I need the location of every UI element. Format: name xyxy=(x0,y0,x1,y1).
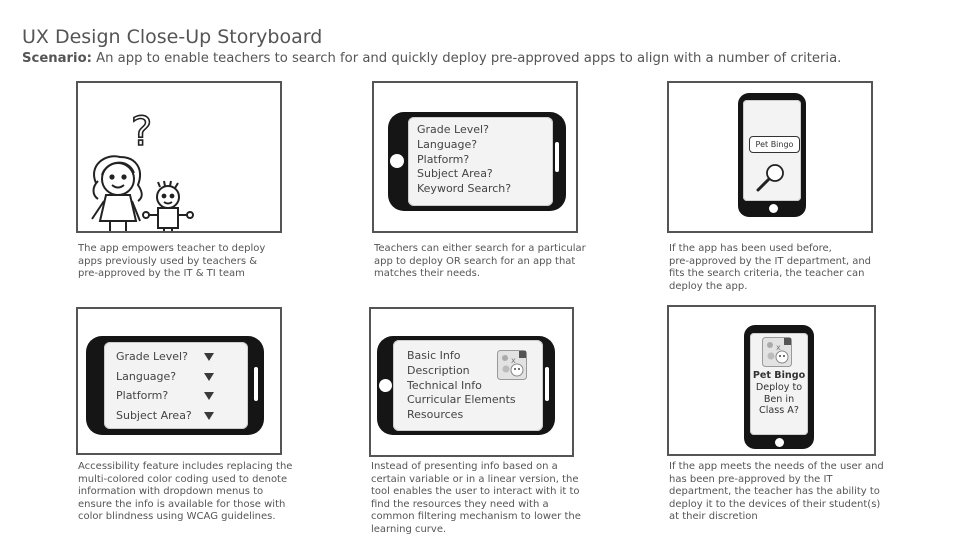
app-thumbnail-icon: x xyxy=(497,350,527,380)
caption-line: learning curve. xyxy=(371,523,447,535)
storyboard-panel-3: Pet Bingo xyxy=(667,81,873,233)
criteria-item[interactable]: Subject Area? xyxy=(417,167,511,182)
info-section-item[interactable]: Resources xyxy=(407,408,516,423)
storyboard-panel-4: Grade Level? Language? Platform? Subject… xyxy=(76,307,282,455)
criteria-list: Grade Level? Language? Platform? Subject… xyxy=(417,123,511,197)
caption-line: at their discretion xyxy=(669,511,758,523)
criteria-item[interactable]: Language? xyxy=(417,138,511,153)
caption-panel-1: The app empowers teacher to deploy apps … xyxy=(78,243,265,281)
caption-panel-4: Accessibility feature includes replacing… xyxy=(78,461,292,524)
dropdown-label: Platform? xyxy=(116,389,169,402)
caption-line: If the app has been used before, xyxy=(669,243,832,254)
caption-line: If the app meets the needs of the user a… xyxy=(669,461,884,472)
caption-line: multi-colored color coding used to denot… xyxy=(78,473,288,485)
caption-line: find the resources they need with a xyxy=(371,498,549,510)
caption-panel-6: If the app meets the needs of the user a… xyxy=(669,461,884,524)
home-button[interactable] xyxy=(769,204,778,213)
scenario-label: Scenario: xyxy=(22,51,92,66)
home-button[interactable] xyxy=(379,379,392,392)
teacher-figure xyxy=(91,155,143,231)
storyboard-panel-1: ? xyxy=(76,81,282,233)
dropdown-arrow-icon[interactable] xyxy=(204,392,214,400)
scenario-text: An app to enable teachers to search for … xyxy=(91,51,842,66)
magnifier-icon[interactable] xyxy=(751,159,791,199)
svg-text:x: x xyxy=(776,343,781,352)
caption-panel-5: Instead of presenting info based on a ce… xyxy=(371,461,581,537)
caption-line: app to deploy OR search for an app that xyxy=(374,255,576,267)
svg-text:x: x xyxy=(511,356,516,365)
caption-panel-2: Teachers can either search for a particu… xyxy=(374,243,586,281)
dropdown-label: Subject Area? xyxy=(116,408,192,422)
dropdown-arrow-icon[interactable] xyxy=(204,412,214,420)
side-button xyxy=(254,367,258,401)
storyboard-panel-6: x Pet Bingo Deploy to Ben in Class A? xyxy=(667,305,876,456)
question-mark-icon: ? xyxy=(131,109,152,155)
caption-line: ensure the info is available for those w… xyxy=(78,498,286,510)
home-button[interactable] xyxy=(775,438,784,447)
side-button xyxy=(545,367,549,401)
student-figure xyxy=(142,180,194,231)
app-thumbnail-icon: x xyxy=(762,337,792,367)
home-button[interactable] xyxy=(390,154,404,168)
caption-line: pre-approved by the IT & TI team xyxy=(78,268,245,280)
caption-line: matches their needs. xyxy=(374,268,481,280)
dropdown-arrow-icon[interactable] xyxy=(204,353,214,361)
caption-line: department, the teacher has the ability … xyxy=(669,486,880,498)
criteria-item[interactable]: Platform? xyxy=(417,153,511,168)
page-title: UX Design Close-Up Storyboard xyxy=(22,26,323,48)
storyboard-panel-2: Grade Level? Language? Platform? Subject… xyxy=(372,81,578,233)
caption-line: has been pre-approved by the IT xyxy=(669,473,833,485)
caption-line: information with dropdown menus to xyxy=(78,486,264,498)
dropdown-label: Language? xyxy=(116,369,177,383)
caption-line: color blindness using WCAG guidelines. xyxy=(78,511,276,523)
search-box[interactable]: Pet Bingo xyxy=(749,136,800,153)
criteria-item[interactable]: Grade Level? xyxy=(417,123,511,138)
dropdown-label: Grade Level? xyxy=(116,350,188,363)
criteria-item[interactable]: Keyword Search? xyxy=(417,182,511,197)
caption-line: The app empowers teacher to deploy xyxy=(78,243,266,254)
caption-line: deploy the app. xyxy=(669,280,748,292)
caption-line: certain variable or in a linear version,… xyxy=(371,473,579,485)
dropdown-arrow-icon[interactable] xyxy=(204,373,214,381)
deploy-prompt[interactable]: Deploy to Ben in Class A? xyxy=(750,382,808,417)
caption-line: fits the search criteria, the teacher ca… xyxy=(669,268,865,280)
info-section-item[interactable]: Curricular Elements xyxy=(407,393,516,408)
caption-line: Teachers can either search for a particu… xyxy=(374,243,586,254)
caption-panel-3: If the app has been used before, pre-app… xyxy=(669,243,871,293)
caption-line: pre-approved by the IT department, and xyxy=(669,255,872,267)
scenario-line: Scenario: An app to enable teachers to s… xyxy=(22,51,841,66)
app-name: Pet Bingo xyxy=(752,370,806,381)
caption-line: Accessibility feature includes replacing… xyxy=(78,461,293,472)
teacher-student-illustration: ? xyxy=(91,108,194,231)
dropdown-list: Grade Level? Language? Platform? Subject… xyxy=(116,347,192,425)
side-button xyxy=(555,142,559,172)
info-section-item[interactable]: Technical Info xyxy=(407,379,516,394)
storyboard-panel-5: Basic Info Description Technical Info Cu… xyxy=(369,307,574,457)
caption-line: Instead of presenting info based on a xyxy=(371,461,558,472)
caption-line: apps previously used by teachers & xyxy=(78,255,257,267)
caption-line: tool enables the user to interact with i… xyxy=(371,486,580,498)
caption-line: common filtering mechanism to lower the xyxy=(371,511,581,523)
caption-line: deploy it to the devices of their studen… xyxy=(669,498,881,510)
